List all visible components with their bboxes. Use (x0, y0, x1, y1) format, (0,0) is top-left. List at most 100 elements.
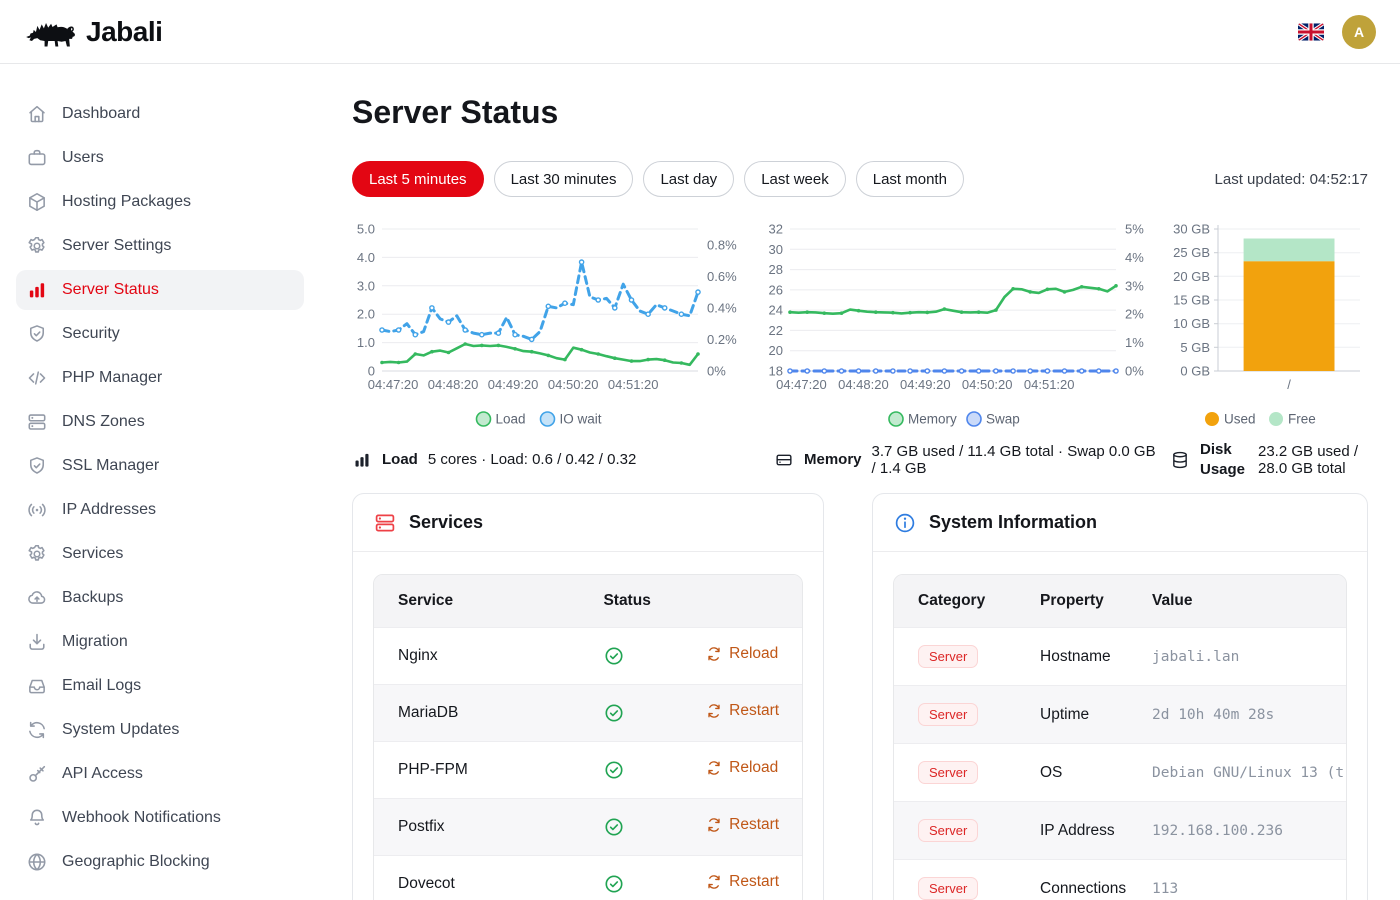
sidebar-item-backups[interactable]: Backups (16, 578, 304, 618)
refresh-icon (706, 760, 722, 776)
svg-text:04:50:20: 04:50:20 (548, 377, 599, 392)
svg-text:1%: 1% (1125, 335, 1144, 350)
service-name: Dovecot (374, 856, 579, 900)
svg-text:26: 26 (769, 282, 783, 297)
sidebar-item-ssl-manager[interactable]: SSL Manager (16, 446, 304, 486)
service-name: PHP-FPM (374, 742, 579, 799)
svg-text:0%: 0% (1125, 364, 1144, 379)
disk-usage-chart: 30 GB25 GB20 GB15 GB10 GB5 GB0 GB/UsedFr… (1170, 219, 1368, 438)
sidebar-item-dns-zones[interactable]: DNS Zones (16, 402, 304, 442)
sidebar-item-system-updates[interactable]: System Updates (16, 710, 304, 750)
php-fpm-reload-button[interactable]: Reload (706, 759, 778, 777)
sidebar-item-label: API Access (62, 765, 143, 783)
column-header-service: Service (374, 575, 579, 628)
download-icon (26, 631, 48, 653)
dovecot-restart-button[interactable]: Restart (706, 873, 779, 891)
sidebar-item-services[interactable]: Services (16, 534, 304, 574)
table-row: ServerOSDebian GNU/Linux 13 (trixie) (894, 744, 1346, 802)
sidebar-item-label: Webhook Notifications (62, 809, 221, 827)
sidebar-item-ip-addresses[interactable]: IP Addresses (16, 490, 304, 530)
category-badge: Server (918, 819, 978, 842)
last-updated-text: Last updated: 04:52:17 (1215, 171, 1368, 188)
sidebar: Dashboard Users Hosting Packages Server Set… (0, 64, 320, 900)
bar-chart-icon (352, 450, 372, 470)
stat-memory: Memory3.7 GB used / 11.4 GB total · Swap… (758, 440, 1162, 479)
svg-text:04:49:20: 04:49:20 (488, 377, 539, 392)
property-name: Uptime (1016, 686, 1128, 744)
package-icon (26, 191, 48, 213)
sidebar-item-email-logs[interactable]: Email Logs (16, 666, 304, 706)
inbox-icon (26, 675, 48, 697)
service-action-label: Reload (729, 759, 778, 777)
page-title: Server Status (352, 94, 1368, 131)
sidebar-item-migration[interactable]: Migration (16, 622, 304, 662)
sidebar-item-dashboard[interactable]: Dashboard (16, 94, 304, 134)
sidebar-item-label: Services (62, 545, 123, 563)
timerange-button-last-day[interactable]: Last day (643, 161, 734, 197)
svg-text:0.8%: 0.8% (707, 237, 737, 252)
user-avatar[interactable]: A (1342, 15, 1376, 49)
sidebar-item-label: Server Settings (62, 237, 171, 255)
sidebar-item-api-access[interactable]: API Access (16, 754, 304, 794)
boar-icon (24, 13, 76, 51)
table-row: MariaDBRestart (374, 685, 802, 742)
timerange-button-last-30-minutes[interactable]: Last 30 minutes (494, 161, 634, 197)
svg-text:0.2%: 0.2% (707, 332, 737, 347)
sidebar-item-webhook-notifications[interactable]: Webhook Notifications (16, 798, 304, 838)
sidebar-item-hosting-packages[interactable]: Hosting Packages (16, 182, 304, 222)
service-action-label: Restart (729, 702, 779, 720)
gear-icon (26, 235, 48, 257)
postfix-restart-button[interactable]: Restart (706, 816, 779, 834)
svg-text:2%: 2% (1125, 307, 1144, 322)
nginx-reload-button[interactable]: Reload (706, 645, 778, 663)
sidebar-item-server-settings[interactable]: Server Settings (16, 226, 304, 266)
table-row: NginxReload (374, 628, 802, 685)
column-header-value: Value (1128, 575, 1346, 628)
uk-flag-icon[interactable] (1298, 23, 1324, 41)
status-ok-icon (603, 816, 625, 838)
database-icon (1170, 450, 1190, 470)
globe-icon (26, 851, 48, 873)
sidebar-item-php-manager[interactable]: PHP Manager (16, 358, 304, 398)
main-content: Server Status Last 5 minutes Last 30 minu… (320, 64, 1400, 900)
table-row: ServerHostnamejabali.lan (894, 628, 1346, 686)
sidebar-item-geographic-blocking[interactable]: Geographic Blocking (16, 842, 304, 882)
svg-text:4%: 4% (1125, 250, 1144, 265)
timerange-button-last-month[interactable]: Last month (856, 161, 964, 197)
svg-text:Swap: Swap (986, 412, 1020, 427)
sidebar-item-users[interactable]: Users (16, 138, 304, 178)
sidebar-item-label: Users (62, 149, 104, 167)
svg-text:Load: Load (496, 412, 526, 427)
stat-value: 3.7 GB used / 11.4 GB total · Swap 0.0 G… (872, 443, 1162, 477)
system-card-title: System Information (929, 512, 1097, 533)
timerange-button-last-5-minutes[interactable]: Last 5 minutes (352, 161, 484, 197)
column-header-action (682, 575, 802, 628)
home-icon (26, 103, 48, 125)
gear-icon (26, 543, 48, 565)
svg-text:25 GB: 25 GB (1173, 245, 1210, 260)
svg-text:22: 22 (769, 323, 783, 338)
users-icon (26, 147, 48, 169)
sidebar-item-label: Hosting Packages (62, 193, 191, 211)
sidebar-item-security[interactable]: Security (16, 314, 304, 354)
info-icon (893, 511, 917, 535)
sidebar-item-label: System Updates (62, 721, 179, 739)
svg-text:5 GB: 5 GB (1180, 340, 1210, 355)
svg-text:5.0: 5.0 (357, 222, 375, 237)
brand-logo[interactable]: Jabali (24, 13, 162, 51)
svg-text:2.0: 2.0 (357, 307, 375, 322)
svg-text:1.0: 1.0 (357, 335, 375, 350)
mariadb-restart-button[interactable]: Restart (706, 702, 779, 720)
sidebar-item-server-status[interactable]: Server Status (16, 270, 304, 310)
svg-text:20 GB: 20 GB (1173, 269, 1210, 284)
property-value: 113 (1128, 860, 1346, 900)
timerange-button-last-week[interactable]: Last week (744, 161, 846, 197)
sidebar-item-label: Server Status (62, 281, 159, 299)
services-table: ServiceStatus NginxReloadMariaDBRestartP… (374, 575, 802, 900)
svg-text:04:48:20: 04:48:20 (838, 377, 889, 392)
services-card-title: Services (409, 512, 483, 533)
drive-icon (774, 450, 794, 470)
sidebar-item-label: SSL Manager (62, 457, 159, 475)
refresh-icon (706, 703, 722, 719)
code-icon (26, 367, 48, 389)
